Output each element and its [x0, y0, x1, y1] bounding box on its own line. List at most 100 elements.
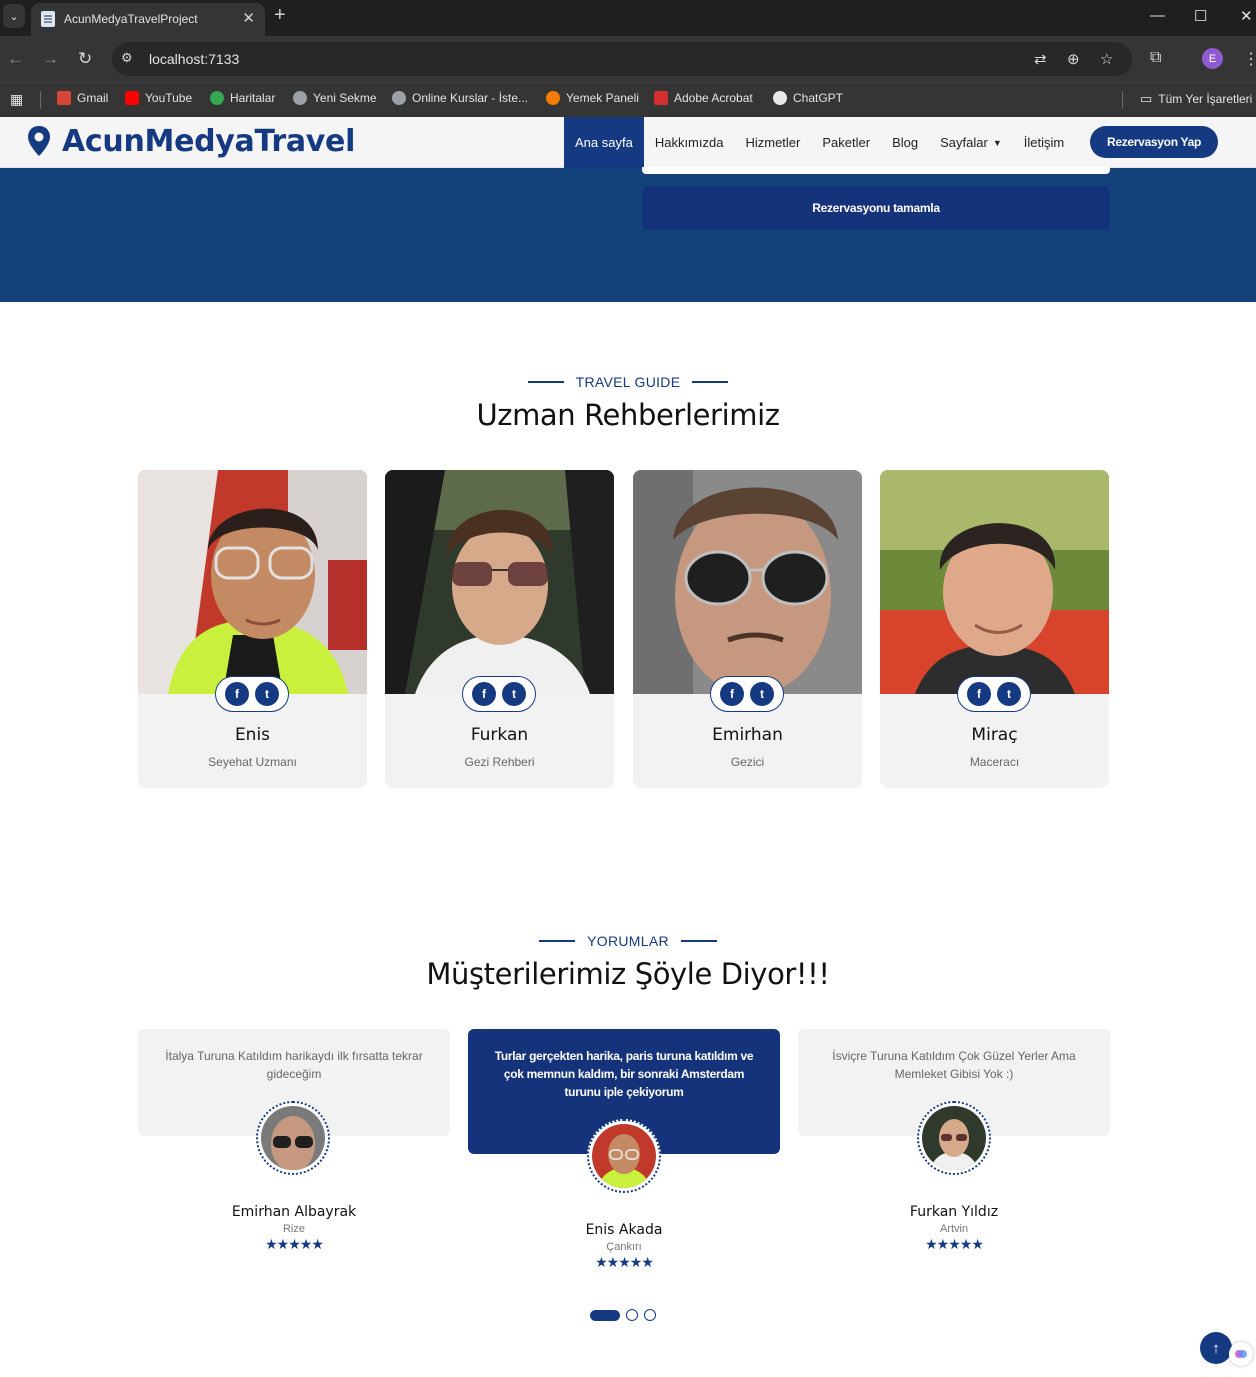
testimonial-city: Artvin	[939, 1223, 969, 1235]
apps-grid-icon[interactable]: ▦	[10, 91, 23, 108]
tab-title: AcunMedyaTravelProject	[64, 12, 198, 26]
bookmark-label: Adobe Acrobat	[674, 91, 753, 105]
maps-icon	[210, 91, 224, 105]
extensions-icon[interactable]: ⧉	[1150, 49, 1161, 67]
nav-sayfalar-label: Sayfalar	[940, 135, 988, 150]
bookmark-online-kurslar[interactable]: Online Kurslar - İste...	[392, 91, 528, 105]
bookmark-chatgpt[interactable]: ChatGPT	[773, 91, 843, 105]
bookmark-yemek-paneli[interactable]: Yemek Paneli	[546, 91, 639, 105]
zoom-icon[interactable]: ⊕	[1067, 50, 1080, 68]
nav-hakkimizda[interactable]: Hakkımızda	[644, 117, 735, 168]
carousel-dot[interactable]	[626, 1309, 638, 1321]
bookmark-separator	[1122, 91, 1123, 109]
forward-icon[interactable]: →	[42, 49, 59, 69]
divider	[692, 381, 729, 383]
location-pin-icon	[28, 126, 50, 156]
translate-icon[interactable]: ⇄	[1034, 50, 1047, 68]
new-tab-icon[interactable]: +	[274, 4, 286, 27]
bookmark-adobe-acrobat[interactable]: Adobe Acrobat	[654, 91, 753, 105]
bookmark-yeni-sekme[interactable]: Yeni Sekme	[293, 91, 377, 105]
bookmark-youtube[interactable]: YouTube	[125, 91, 192, 105]
nav-blog[interactable]: Blog	[881, 117, 929, 168]
site-settings-icon[interactable]: ⚙	[121, 50, 139, 68]
address-bar[interactable]: ⚙ localhost:7133 ⇄ ⊕ ☆	[112, 42, 1132, 76]
maximize-icon[interactable]: ☐	[1194, 7, 1207, 25]
carousel-dot-active[interactable]	[590, 1309, 620, 1321]
social-links: f t	[710, 676, 784, 712]
divider	[680, 940, 717, 942]
guide-name: Enis	[234, 725, 271, 745]
yemek-icon	[546, 91, 560, 105]
twitter-icon[interactable]: t	[997, 682, 1021, 706]
close-icon[interactable]: ✕	[242, 9, 255, 27]
bookmark-label: Gmail	[77, 91, 109, 105]
star-rating-icon: ★★★★★	[595, 1254, 654, 1270]
twitter-icon[interactable]: t	[255, 682, 279, 706]
guide-photo	[880, 470, 1109, 694]
extension-badge-icon[interactable]	[1229, 1342, 1253, 1366]
carousel-dots	[590, 1309, 656, 1321]
testimonial-author: Emirhan Albayrak	[231, 1204, 357, 1220]
youtube-icon	[125, 91, 139, 105]
browser-tab[interactable]: AcunMedyaTravelProject ✕	[31, 3, 265, 36]
social-links: f t	[957, 676, 1031, 712]
back-to-top-button[interactable]: ↑	[1200, 1332, 1232, 1364]
reload-icon[interactable]: ↻	[78, 49, 92, 69]
page: ⌄ AcunMedyaTravelProject ✕ + — ☐ ✕ ← → ↻…	[0, 0, 1256, 1377]
guide-photo	[633, 470, 862, 694]
nav-sayfalar[interactable]: Sayfalar ▼	[929, 117, 1013, 168]
site-navbar: AcunMedyaTravel Ana sayfa Hakkımızda Hiz…	[0, 117, 1256, 168]
facebook-icon[interactable]: f	[967, 682, 991, 706]
minimize-icon[interactable]: —	[1150, 7, 1165, 24]
guide-role: Gezi Rehberi	[464, 755, 535, 769]
bookmark-star-icon[interactable]: ☆	[1100, 50, 1113, 68]
chevron-down-icon: ▼	[992, 137, 1002, 148]
social-links: f t	[215, 676, 289, 712]
avatar	[917, 1101, 991, 1175]
guide-card: f t Emirhan Gezici	[633, 470, 862, 788]
guide-role: Gezici	[730, 755, 765, 769]
bookmark-label: Haritalar	[230, 91, 276, 105]
menu-icon[interactable]: ⋮	[1243, 49, 1256, 69]
back-icon[interactable]: ←	[7, 49, 24, 69]
bookmark-haritalar[interactable]: Haritalar	[210, 91, 275, 105]
guide-name: Furkan	[470, 725, 529, 745]
testimonials-eyebrow-text: YORUMLAR	[587, 933, 669, 949]
carousel-dot[interactable]	[644, 1309, 656, 1321]
testimonial-city: Rize	[282, 1223, 305, 1235]
nav-hizmetler[interactable]: Hizmetler	[734, 117, 811, 168]
message-textarea[interactable]	[642, 167, 1110, 174]
window-close-icon[interactable]: ✕	[1240, 7, 1253, 25]
avatar	[256, 1101, 330, 1175]
guide-role: Seyehat Uzmanı	[208, 755, 297, 769]
tab-search-icon[interactable]: ⌄	[3, 4, 25, 28]
facebook-icon[interactable]: f	[225, 682, 249, 706]
bookmarks-bar: ▦ Gmail YouTube Haritalar Yeni Sekme Onl…	[0, 82, 1256, 117]
divider	[539, 940, 576, 942]
chatgpt-icon	[773, 91, 787, 105]
nav-ana-sayfa[interactable]: Ana sayfa	[564, 117, 644, 168]
twitter-icon[interactable]: t	[502, 682, 526, 706]
bookmark-gmail[interactable]: Gmail	[57, 91, 108, 105]
testimonial-city: Çankırı	[606, 1241, 642, 1253]
social-links: f t	[462, 676, 536, 712]
divider	[527, 381, 564, 383]
guides-eyebrow: TRAVEL GUIDE	[0, 374, 1256, 390]
complete-reservation-button[interactable]: Rezervasyonu tamamla	[642, 186, 1110, 230]
star-rating-icon: ★★★★★	[925, 1236, 984, 1252]
guide-name: Emirhan	[712, 725, 783, 745]
url-text[interactable]: localhost:7133	[149, 51, 239, 67]
nav-paketler[interactable]: Paketler	[811, 117, 881, 168]
facebook-icon[interactable]: f	[472, 682, 496, 706]
nav-iletisim[interactable]: İletişim	[1013, 117, 1075, 168]
testimonials-title: Müşterilerimiz Şöyle Diyor!!!	[426, 957, 830, 991]
guide-card: f t Miraç Maceracı	[880, 470, 1109, 788]
site-logo[interactable]: AcunMedyaTravel	[62, 124, 355, 159]
reservation-button[interactable]: Rezervasyon Yap	[1090, 126, 1218, 158]
twitter-icon[interactable]: t	[750, 682, 774, 706]
all-bookmarks-folder[interactable]: ▭ Tüm Yer İşaretleri	[1140, 91, 1252, 107]
bookmark-label: Online Kurslar - İste...	[412, 91, 529, 105]
profile-avatar[interactable]: E	[1202, 48, 1223, 69]
guide-name: Miraç	[971, 725, 1018, 745]
facebook-icon[interactable]: f	[720, 682, 744, 706]
